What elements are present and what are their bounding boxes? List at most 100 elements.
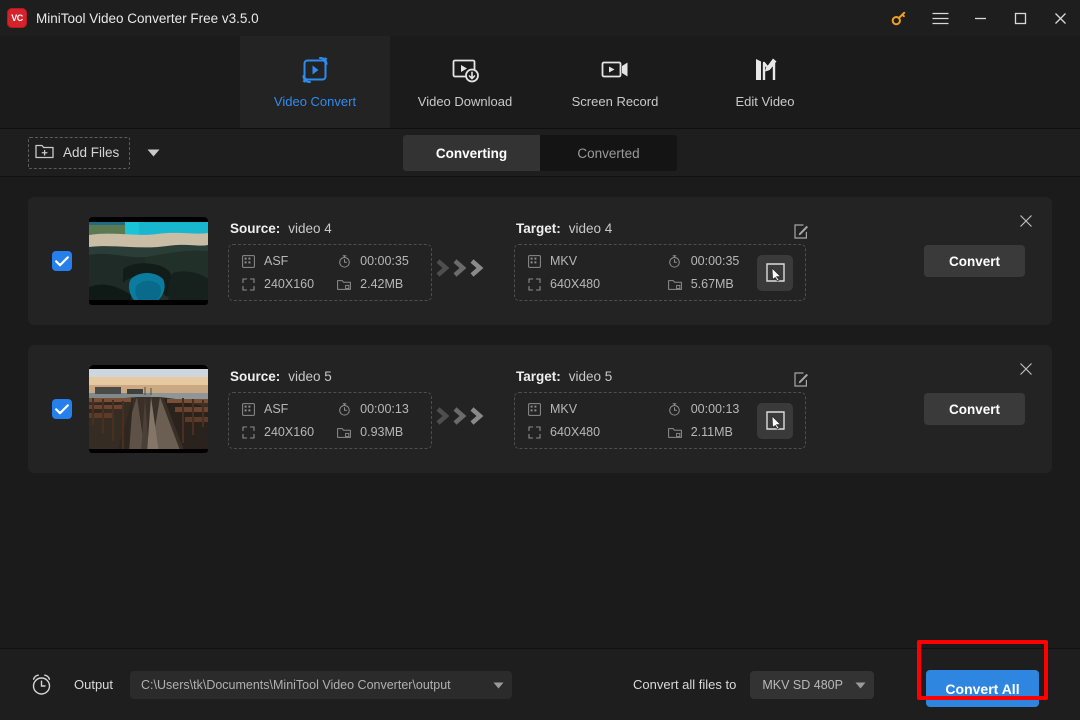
tab-video-download-label: Video Download bbox=[417, 94, 513, 109]
source-format-item: ASF bbox=[241, 254, 313, 268]
app-title: MiniTool Video Converter Free v3.5.0 bbox=[36, 10, 259, 26]
main-nav: Video Convert Video Download Screen Reco… bbox=[0, 36, 1080, 129]
tab-edit-video[interactable]: Edit Video bbox=[690, 36, 840, 128]
alarm-clock-icon[interactable] bbox=[29, 673, 53, 697]
file-size-icon bbox=[337, 277, 352, 291]
target-resolution-value: 640X480 bbox=[550, 425, 601, 439]
source-name: video 5 bbox=[288, 369, 332, 384]
source-duration-item: 00:00:35 bbox=[337, 254, 419, 268]
target-header: Target: video 5 bbox=[516, 369, 806, 384]
file-select-checkbox[interactable] bbox=[52, 251, 72, 271]
target-label: Target: bbox=[516, 221, 561, 236]
format-select-button[interactable] bbox=[757, 254, 793, 291]
target-info-box: MKV 00:00:13 640X480 2.11MB bbox=[514, 371, 808, 449]
chevron-down-icon[interactable] bbox=[144, 144, 162, 162]
minimize-icon[interactable] bbox=[960, 0, 1000, 36]
source-duration-item: 00:00:13 bbox=[337, 402, 419, 416]
tab-video-download[interactable]: Video Download bbox=[390, 36, 540, 128]
source-resolution-item: 240X160 bbox=[241, 425, 315, 439]
format-icon bbox=[527, 254, 541, 268]
target-format-value: MKV bbox=[550, 402, 578, 416]
tab-converted[interactable]: Converted bbox=[540, 135, 677, 171]
target-size-value: 5.67MB bbox=[690, 277, 734, 291]
tab-video-convert-label: Video Convert bbox=[273, 94, 357, 109]
format-icon bbox=[527, 402, 541, 416]
target-resolution-value: 640X480 bbox=[550, 277, 601, 291]
output-path-select[interactable]: C:\Users\tk\Documents\MiniTool Video Con… bbox=[130, 670, 513, 699]
file-list: Source: video 4 ASF 00:00:35 240X160 2.4… bbox=[0, 177, 1080, 648]
bottom-bar: Output C:\Users\tk\Documents\MiniTool Vi… bbox=[0, 648, 1080, 720]
conversion-arrows-icon bbox=[432, 404, 494, 428]
convert-button[interactable]: Convert bbox=[924, 245, 1025, 277]
source-size-value: 0.93MB bbox=[360, 425, 404, 439]
source-panel: Source: video 4 ASF 00:00:35 240X160 2.4… bbox=[228, 221, 432, 301]
source-resolution-value: 240X160 bbox=[264, 277, 315, 291]
output-label: Output bbox=[74, 677, 114, 692]
app-window: VC MiniTool Video Converter Free v3.5.0 bbox=[0, 0, 1080, 720]
target-info-box: MKV 00:00:35 640X480 5.67MB bbox=[514, 223, 808, 301]
source-resolution-value: 240X160 bbox=[264, 425, 315, 439]
source-info-box: ASF 00:00:13 240X160 0.93MB bbox=[228, 392, 432, 449]
target-format-item: MKV bbox=[527, 254, 654, 268]
format-icon bbox=[241, 254, 255, 268]
chevron-down-icon bbox=[855, 678, 866, 692]
target-format-value: MKV bbox=[550, 254, 578, 268]
target-size-value: 2.11MB bbox=[690, 425, 733, 439]
target-format-item: MKV bbox=[527, 402, 654, 416]
close-icon[interactable] bbox=[1040, 0, 1080, 36]
file-size-icon bbox=[337, 425, 352, 439]
target-duration-value: 00:00:35 bbox=[690, 254, 740, 268]
source-size-item: 0.93MB bbox=[337, 425, 419, 439]
output-path-value: C:\Users\tk\Documents\MiniTool Video Con… bbox=[141, 677, 451, 692]
app-logo: VC bbox=[7, 8, 27, 28]
edit-icon[interactable] bbox=[793, 371, 809, 387]
toolbar: Add Files Converting Converted bbox=[0, 129, 1080, 177]
tab-converting[interactable]: Converting bbox=[403, 135, 540, 171]
timer-icon bbox=[668, 402, 682, 416]
source-format-value: ASF bbox=[264, 402, 289, 416]
format-icon bbox=[241, 402, 255, 416]
target-panel: Target: video 5 MKV 00:00:13 640X480 2.1… bbox=[514, 369, 808, 449]
video-download-icon bbox=[449, 55, 481, 85]
file-select-checkbox[interactable] bbox=[52, 399, 72, 419]
resolution-icon bbox=[527, 425, 541, 439]
add-files-button[interactable]: Add Files bbox=[28, 136, 131, 169]
key-icon[interactable] bbox=[882, 0, 916, 36]
status-tab-group: Converting Converted bbox=[403, 135, 677, 171]
source-panel: Source: video 5 ASF 00:00:13 240X160 0.9… bbox=[228, 369, 432, 449]
source-info-box: ASF 00:00:35 240X160 2.42MB bbox=[228, 244, 432, 301]
source-size-value: 2.42MB bbox=[360, 277, 404, 291]
maximize-icon[interactable] bbox=[1000, 0, 1040, 36]
tab-video-convert[interactable]: Video Convert bbox=[240, 36, 390, 128]
remove-file-icon[interactable] bbox=[1016, 211, 1036, 231]
tropical-coast-thumbnail bbox=[89, 217, 208, 305]
sunset-pier-thumbnail bbox=[89, 365, 208, 453]
resolution-icon bbox=[527, 277, 541, 291]
format-preset-select[interactable]: MKV SD 480P bbox=[750, 670, 875, 699]
folder-plus-icon bbox=[35, 142, 54, 164]
title-bar: VC MiniTool Video Converter Free v3.5.0 bbox=[0, 0, 1080, 36]
tab-screen-record[interactable]: Screen Record bbox=[540, 36, 690, 128]
source-format-item: ASF bbox=[241, 402, 313, 416]
file-size-icon bbox=[667, 277, 682, 291]
format-select-button[interactable] bbox=[757, 402, 793, 439]
format-preset-value: MKV SD 480P bbox=[762, 677, 843, 692]
target-resolution-item: 640X480 bbox=[527, 277, 654, 291]
target-header: Target: video 4 bbox=[516, 221, 806, 236]
source-header: Source: video 5 bbox=[230, 369, 432, 384]
hamburger-menu-icon[interactable] bbox=[920, 0, 960, 36]
target-resolution-item: 640X480 bbox=[527, 425, 654, 439]
target-name: video 4 bbox=[568, 221, 613, 236]
convert-all-files-to-label: Convert all files to bbox=[633, 677, 737, 692]
file-card: Source: video 4 ASF 00:00:35 240X160 2.4… bbox=[28, 197, 1052, 325]
app-logo-text: VC bbox=[11, 12, 23, 23]
tab-screen-record-label: Screen Record bbox=[571, 94, 659, 109]
edit-icon[interactable] bbox=[793, 223, 809, 239]
conversion-arrows-icon bbox=[432, 256, 494, 280]
remove-file-icon[interactable] bbox=[1016, 359, 1036, 379]
convert-button[interactable]: Convert bbox=[924, 393, 1025, 425]
source-label: Source: bbox=[230, 221, 281, 236]
source-format-value: ASF bbox=[264, 254, 289, 268]
tab-edit-video-label: Edit Video bbox=[735, 94, 795, 109]
convert-all-button[interactable]: Convert All bbox=[926, 670, 1039, 707]
